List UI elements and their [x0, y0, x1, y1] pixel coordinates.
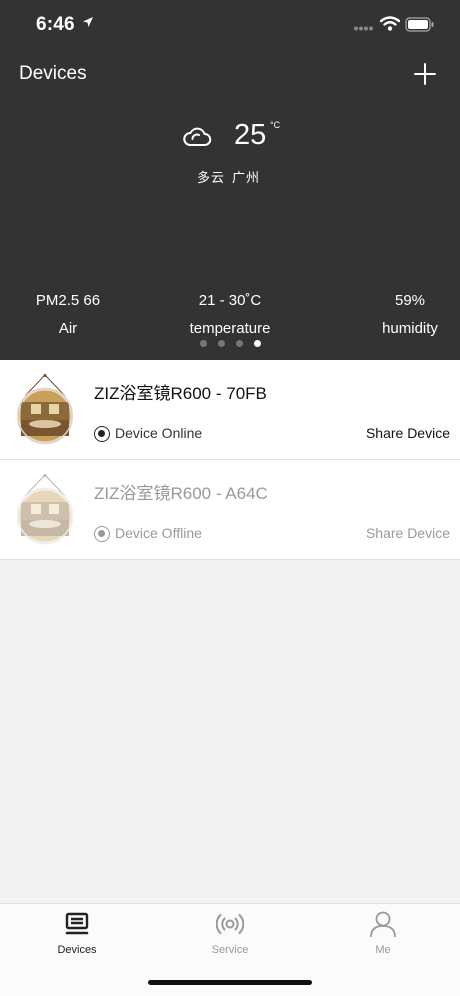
device-card[interactable]: ZIZ浴室镜R600 - 70FB Device Online Share De…: [0, 360, 460, 460]
page-indicator[interactable]: [200, 340, 261, 347]
device-name: ZIZ浴室镜R600 - 70FB: [94, 384, 267, 403]
cloudy-icon: [183, 127, 212, 146]
offline-status-icon: [94, 526, 110, 542]
signal-dots-icon: [354, 26, 373, 31]
page-dot[interactable]: [236, 340, 243, 347]
mirror-thumbnail: [17, 474, 73, 545]
share-device-button[interactable]: Share Device: [366, 425, 450, 441]
person-icon: [370, 911, 396, 938]
page-dot-active[interactable]: [254, 340, 261, 347]
status-time: 6:46: [36, 14, 75, 35]
share-device-button[interactable]: Share Device: [366, 525, 450, 541]
humidity-label: humidity: [382, 320, 438, 337]
page-dot[interactable]: [200, 340, 207, 347]
humidity-value: 59%: [394, 292, 426, 309]
tab-label: Devices: [57, 944, 97, 956]
status-bar: 6:46: [0, 0, 460, 50]
air-quality-label: Air: [58, 320, 78, 337]
device-name: ZIZ浴室镜R600 - A64C: [94, 484, 268, 503]
device-status: Device Online: [115, 425, 203, 441]
temperature-range-label: temperature: [189, 320, 271, 337]
temperature-value: 25: [234, 119, 267, 151]
temperature-range-value: 21 - 30˚C: [198, 292, 262, 309]
tab-label: Me: [375, 944, 391, 956]
mirror-thumbnail: [17, 374, 73, 445]
device-card[interactable]: ZIZ浴室镜R600 - A64C Device Offline Share D…: [0, 460, 460, 560]
wifi-icon: [380, 16, 400, 31]
page-title: Devices: [19, 63, 87, 84]
devices-icon: [65, 912, 89, 935]
device-status: Device Offline: [115, 525, 202, 541]
page-dot[interactable]: [218, 340, 225, 347]
tab-me[interactable]: Me: [323, 904, 443, 964]
tab-devices[interactable]: Devices: [17, 904, 137, 964]
weather-condition: 多云: [197, 170, 226, 185]
home-indicator[interactable]: [148, 980, 312, 985]
city-name: 广州: [232, 170, 261, 185]
battery-icon: [405, 17, 434, 32]
air-quality-value: PM2.5 66: [35, 292, 101, 309]
online-status-icon: [94, 426, 110, 442]
add-device-button[interactable]: [412, 61, 438, 87]
tab-label: Service: [211, 944, 249, 956]
temperature-unit: °C: [270, 120, 281, 130]
broadcast-icon: [216, 914, 244, 934]
location-arrow-icon: [83, 17, 93, 27]
header: 6:46 Devices 25 °C 多云 广州 PM2.5 66 Air 21…: [0, 0, 460, 360]
tab-service[interactable]: Service: [170, 904, 290, 964]
